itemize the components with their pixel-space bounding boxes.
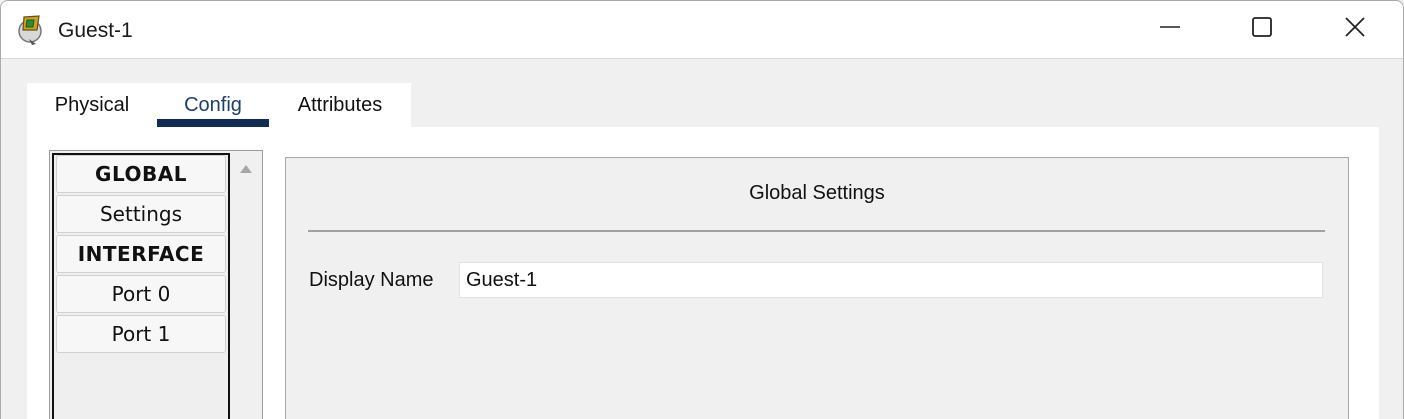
tab-label: Attributes xyxy=(297,93,383,116)
close-button[interactable] xyxy=(1309,1,1401,58)
list-item-port-1[interactable]: Port 1 xyxy=(56,315,226,353)
scroll-up-arrow-icon[interactable] xyxy=(239,161,253,173)
packet-tracer-device-icon xyxy=(15,13,49,47)
config-navigation-panel: GLOBAL Settings INTERFACE Port 0 Port 1 xyxy=(49,150,263,419)
list-item-port-0[interactable]: Port 0 xyxy=(56,275,226,313)
list-item-settings[interactable]: Settings xyxy=(56,195,226,233)
minimize-button[interactable] xyxy=(1124,1,1216,58)
maximize-icon xyxy=(1251,16,1273,43)
maximize-button[interactable] xyxy=(1216,1,1308,58)
close-icon xyxy=(1344,16,1366,43)
minimize-icon xyxy=(1159,16,1181,43)
title-bar[interactable]: Guest-1 xyxy=(1,1,1403,59)
tab-bar: Physical Config Attributes xyxy=(27,83,411,127)
window-title: Guest-1 xyxy=(58,19,133,42)
tab-attributes[interactable]: Attributes xyxy=(269,83,411,127)
list-header-global: GLOBAL xyxy=(56,155,226,193)
tab-content-area: GLOBAL Settings INTERFACE Port 0 Port 1 … xyxy=(27,127,1379,419)
tab-label: Physical xyxy=(54,93,130,116)
device-config-window: Guest-1 Physical Config Attributes GLOBA… xyxy=(0,0,1404,419)
tab-config[interactable]: Config xyxy=(157,83,269,127)
tab-physical[interactable]: Physical xyxy=(27,83,157,127)
active-tab-indicator xyxy=(157,119,269,127)
display-name-label: Display Name xyxy=(309,269,434,291)
global-settings-panel: Global Settings Display Name xyxy=(285,157,1349,419)
config-section-list[interactable]: GLOBAL Settings INTERFACE Port 0 Port 1 xyxy=(52,153,230,419)
section-divider xyxy=(308,230,1325,232)
list-header-interface: INTERFACE xyxy=(56,235,226,273)
section-title: Global Settings xyxy=(749,182,885,204)
list-scrollbar[interactable] xyxy=(232,153,260,419)
tab-label: Config xyxy=(184,93,242,116)
display-name-input[interactable] xyxy=(459,262,1323,298)
